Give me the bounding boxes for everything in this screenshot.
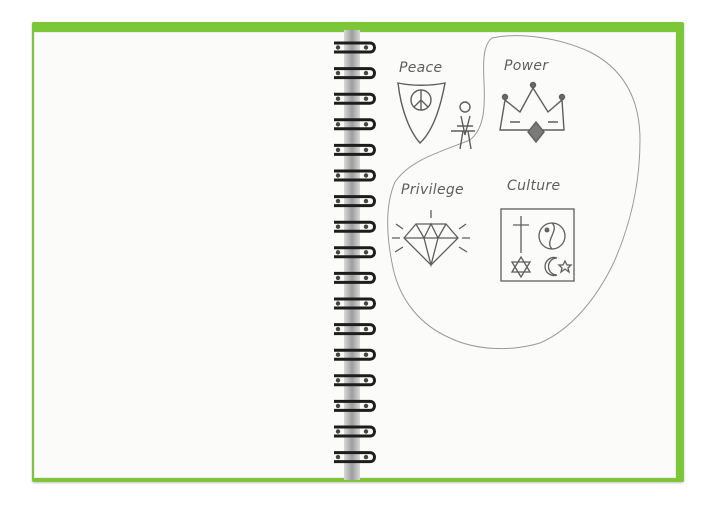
- spiral-coil: [334, 374, 376, 387]
- spiral-coil: [334, 220, 376, 233]
- spiral-coil: [334, 246, 376, 259]
- spiral-coil: [334, 67, 376, 80]
- label-privilege: Privilege: [401, 182, 464, 198]
- spiral-coil: [334, 271, 376, 284]
- left-page: [34, 32, 346, 478]
- label-peace: Peace: [399, 60, 443, 76]
- right-page: [358, 32, 676, 478]
- label-power: Power: [504, 58, 549, 74]
- spiral-coil: [334, 297, 376, 310]
- spiral-coil: [334, 323, 376, 336]
- spiral-coil: [334, 451, 376, 464]
- spiral-coil: [334, 348, 376, 361]
- spiral-coil: [334, 41, 376, 54]
- spiral-binding: [334, 41, 376, 464]
- spiral-coil: [334, 425, 376, 438]
- spiral-coil: [334, 195, 376, 208]
- spiral-coil: [334, 399, 376, 412]
- spiral-coil: [334, 92, 376, 105]
- notebook: Peace Power Privilege Culture: [0, 0, 709, 506]
- spiral-coil: [334, 169, 376, 182]
- spiral-coil: [334, 118, 376, 131]
- spiral-coil: [334, 143, 376, 156]
- label-culture: Culture: [507, 178, 561, 194]
